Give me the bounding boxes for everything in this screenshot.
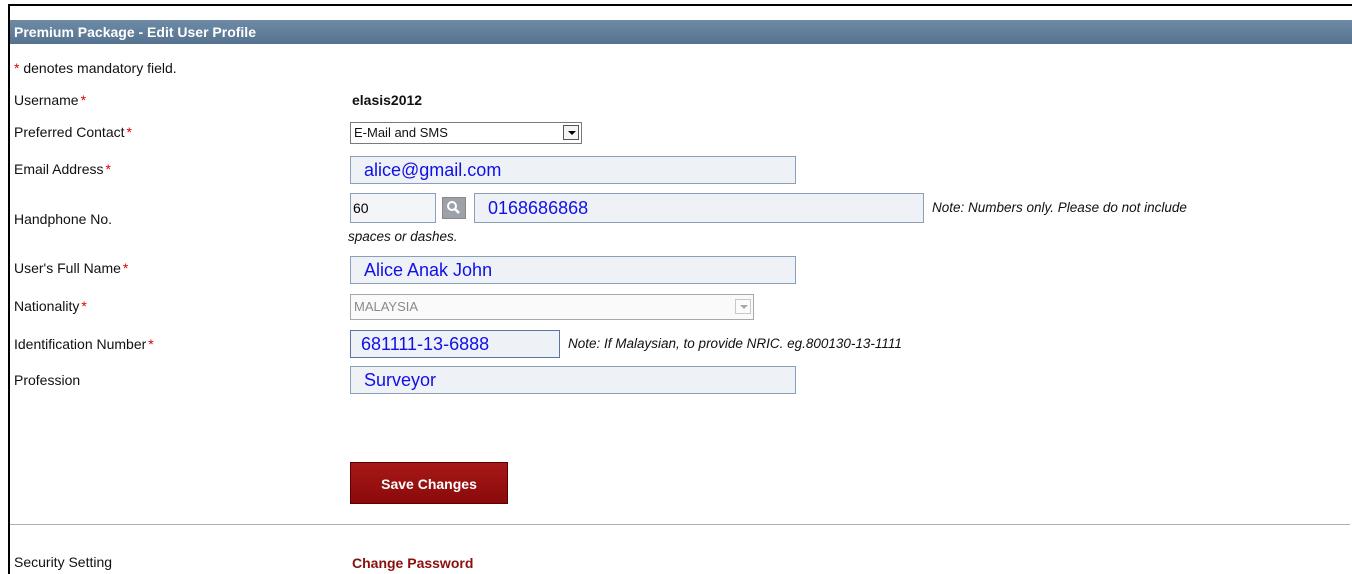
full-name-field[interactable]: Alice Anak John — [350, 256, 796, 284]
full-name-label-text: User's Full Name — [14, 260, 121, 276]
required-star: * — [148, 336, 154, 352]
chevron-down-icon[interactable] — [563, 125, 579, 140]
search-icon[interactable] — [442, 197, 466, 219]
email-label: Email Address * — [14, 161, 111, 177]
search-icon-glyph — [447, 201, 460, 214]
page-title: Premium Package - Edit User Profile — [10, 20, 1352, 44]
preferred-contact-select[interactable]: E-Mail and SMS — [350, 122, 582, 144]
save-button[interactable]: Save Changes — [350, 462, 508, 504]
required-star: * — [14, 60, 20, 76]
required-star: * — [126, 124, 132, 140]
preferred-contact-selected: E-Mail and SMS — [354, 125, 448, 140]
security-setting-label: Security Setting — [14, 554, 113, 570]
handphone-field[interactable]: 0168686868 — [474, 193, 924, 223]
required-star: * — [81, 298, 87, 314]
identification-label-text: Identification Number — [14, 336, 147, 352]
identification-note: Note: If Malaysian, to provide NRIC. eg.… — [568, 336, 902, 351]
preferred-contact-label: Preferred Contact * — [14, 124, 132, 140]
mandatory-note: * denotes mandatory field. — [14, 60, 177, 76]
divider — [10, 524, 1350, 525]
change-password-link[interactable]: Change Password — [352, 555, 473, 571]
required-star: * — [105, 161, 111, 177]
mandatory-note-text: denotes mandatory field. — [23, 60, 177, 76]
full-name-label: User's Full Name * — [14, 260, 128, 276]
required-star: * — [122, 260, 129, 276]
username-label-text: Username — [14, 92, 79, 108]
identification-field[interactable]: 681111-13-6888 — [350, 330, 560, 358]
nationality-label: Nationality * — [14, 298, 87, 314]
profession-label: Profession — [14, 372, 81, 388]
username-value: elasis2012 — [352, 92, 423, 108]
identification-label: Identification Number * — [14, 336, 154, 352]
content-frame — [8, 4, 1352, 574]
nationality-select[interactable]: MALAYSIA — [350, 294, 754, 320]
preferred-contact-label-text: Preferred Contact — [14, 124, 125, 140]
nationality-label-text: Nationality — [14, 298, 80, 314]
email-field[interactable]: alice@gmail.com — [350, 156, 796, 184]
username-label: Username * — [14, 92, 86, 108]
email-label-text: Email Address — [14, 161, 104, 177]
chevron-down-icon[interactable] — [735, 299, 751, 314]
handphone-note-line1: Note: Numbers only. Please do not includ… — [932, 200, 1187, 215]
handphone-note-line2: spaces or dashes. — [348, 229, 458, 244]
handphone-label: Handphone No. — [14, 211, 113, 227]
nationality-selected: MALAYSIA — [354, 299, 419, 314]
required-star: * — [80, 92, 87, 108]
country-code-field[interactable]: 60 — [350, 193, 436, 223]
profession-field[interactable]: Surveyor — [350, 366, 796, 394]
